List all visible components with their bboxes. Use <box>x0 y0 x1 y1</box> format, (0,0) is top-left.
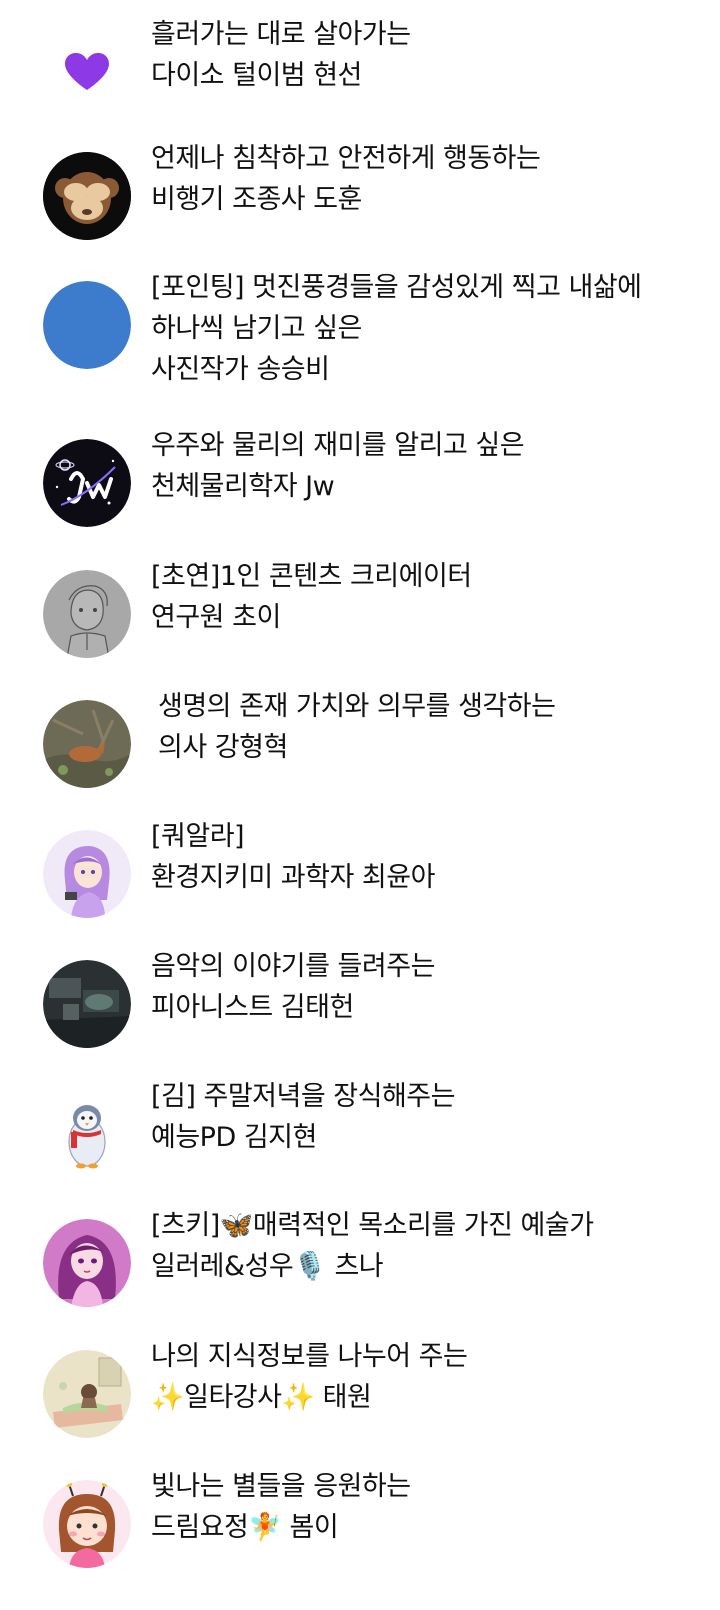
profile-item[interactable]: 빛나는 별들을 응원하는 드림요정🧚 봄이 <box>0 1471 720 1610</box>
jw-logo-avatar <box>43 439 131 527</box>
dark-photo-avatar <box>43 960 131 1048</box>
purple-hair-girl-avatar <box>43 830 131 918</box>
profile-item[interactable]: 우주와 물리의 재미를 알리고 싶은 천체물리학자 Jw <box>0 430 720 569</box>
profile-line: 의사 강형혁 <box>158 732 288 763</box>
profile-item[interactable]: 생명의 존재 가치와 의무를 생각하는 의사 강형혁 <box>0 691 720 830</box>
profile-line: ✨일타강사✨ 태원 <box>151 1382 372 1413</box>
profile-list: 흘러가는 대로 살아가는 다이소 털이범 현선 언제나 침착하고 안전하게 행동… <box>0 0 720 1600</box>
profile-line: 언제나 침착하고 안전하게 행동하는 <box>151 143 541 174</box>
profile-line: 흘러가는 대로 살아가는 <box>151 19 411 50</box>
profile-line: 빛나는 별들을 응원하는 <box>151 1471 411 1502</box>
profile-line: [김] 주말저녁을 장식해주는 <box>151 1081 455 1112</box>
profile-line: 피아니스트 김태헌 <box>151 992 354 1023</box>
profile-description: 우주와 물리의 재미를 알리고 싶은 천체물리학자 Jw <box>151 425 712 507</box>
profile-item[interactable]: [김] 주말저녁을 장식해주는 예능PD 김지현 <box>0 1081 720 1220</box>
profile-description: 흘러가는 대로 살아가는 다이소 털이범 현선 <box>151 14 712 96</box>
profile-item[interactable]: 언제나 침착하고 안전하게 행동하는 비행기 조종사 도훈 <box>0 143 720 282</box>
profile-item[interactable]: [쿼알라] 환경지키미 과학자 최윤아 <box>0 821 720 960</box>
profile-description: [초연]1인 콘텐츠 크리에이터 연구원 초이 <box>151 556 712 638</box>
sketch-portrait-avatar <box>43 570 131 658</box>
profile-line: [초연]1인 콘텐츠 크리에이터 <box>151 561 472 592</box>
profile-line: 드림요정🧚 봄이 <box>151 1512 339 1543</box>
profile-line: 연구원 초이 <box>151 602 281 633</box>
profile-line: 사진작가 송승비 <box>151 354 330 385</box>
pink-hair-girl-avatar <box>43 1219 131 1307</box>
profile-line: 다이소 털이범 현선 <box>151 60 362 91</box>
profile-line: 음악의 이야기를 들려주는 <box>151 951 435 982</box>
profile-description: [츠키]🦋매력적인 목소리를 가진 예술가 일러레&성우🎙️ 츠나 <box>151 1205 712 1287</box>
profile-line: [포인팅] 멋진풍경들을 감성있게 찍고 내삶에 <box>151 272 642 303</box>
profile-line: 비행기 조종사 도훈 <box>151 184 362 215</box>
purple-heart-icon <box>43 28 131 116</box>
profile-line: 하나씩 남기고 싶은 <box>151 313 362 344</box>
profile-description: 나의 지식정보를 나누어 주는 ✨일타강사✨ 태원 <box>151 1336 712 1418</box>
profile-line: 일러레&성우🎙️ 츠나 <box>151 1251 384 1282</box>
profile-item[interactable]: 음악의 이야기를 들려주는 피아니스트 김태헌 <box>0 951 720 1090</box>
profile-line: 생명의 존재 가치와 의무를 생각하는 <box>158 691 556 722</box>
profile-description: 빛나는 별들을 응원하는 드림요정🧚 봄이 <box>151 1466 712 1548</box>
profile-line: [츠키]🦋매력적인 목소리를 가진 예술가 <box>151 1210 594 1241</box>
blue-circle-avatar <box>43 281 131 369</box>
profile-line: 환경지키미 과학자 최윤아 <box>151 862 435 893</box>
profile-item[interactable]: [츠키]🦋매력적인 목소리를 가진 예술가 일러레&성우🎙️ 츠나 <box>0 1210 720 1349</box>
profile-line: 천체물리학자 Jw <box>151 471 335 502</box>
fox-photo-avatar <box>43 700 131 788</box>
profile-description: 언제나 침착하고 안전하게 행동하는 비행기 조종사 도훈 <box>151 138 712 220</box>
profile-line: [쿼알라] <box>151 821 245 852</box>
see-no-evil-monkey-icon <box>43 152 131 240</box>
profile-description: [김] 주말저녁을 장식해주는 예능PD 김지현 <box>151 1076 712 1158</box>
profile-description: [쿼알라] 환경지키미 과학자 최윤아 <box>151 816 712 898</box>
profile-item[interactable]: [포인팅] 멋진풍경들을 감성있게 찍고 내삶에 하나씩 남기고 싶은 사진작가… <box>0 272 720 411</box>
profile-line: 예능PD 김지현 <box>151 1122 317 1153</box>
bee-girl-avatar <box>43 1480 131 1568</box>
profile-description: 음악의 이야기를 들려주는 피아니스트 김태헌 <box>151 946 712 1028</box>
penguin-avatar <box>43 1090 131 1178</box>
profile-line: 나의 지식정보를 나누어 주는 <box>151 1341 468 1372</box>
profile-description: 생명의 존재 가치와 의무를 생각하는 의사 강형혁 <box>158 686 712 768</box>
sleeping-character-avatar <box>43 1350 131 1438</box>
profile-line: 우주와 물리의 재미를 알리고 싶은 <box>151 430 525 461</box>
profile-item[interactable]: 나의 지식정보를 나누어 주는 ✨일타강사✨ 태원 <box>0 1341 720 1480</box>
profile-item[interactable]: [초연]1인 콘텐츠 크리에이터 연구원 초이 <box>0 561 720 700</box>
profile-description: [포인팅] 멋진풍경들을 감성있게 찍고 내삶에 하나씩 남기고 싶은 사진작가… <box>151 267 712 390</box>
